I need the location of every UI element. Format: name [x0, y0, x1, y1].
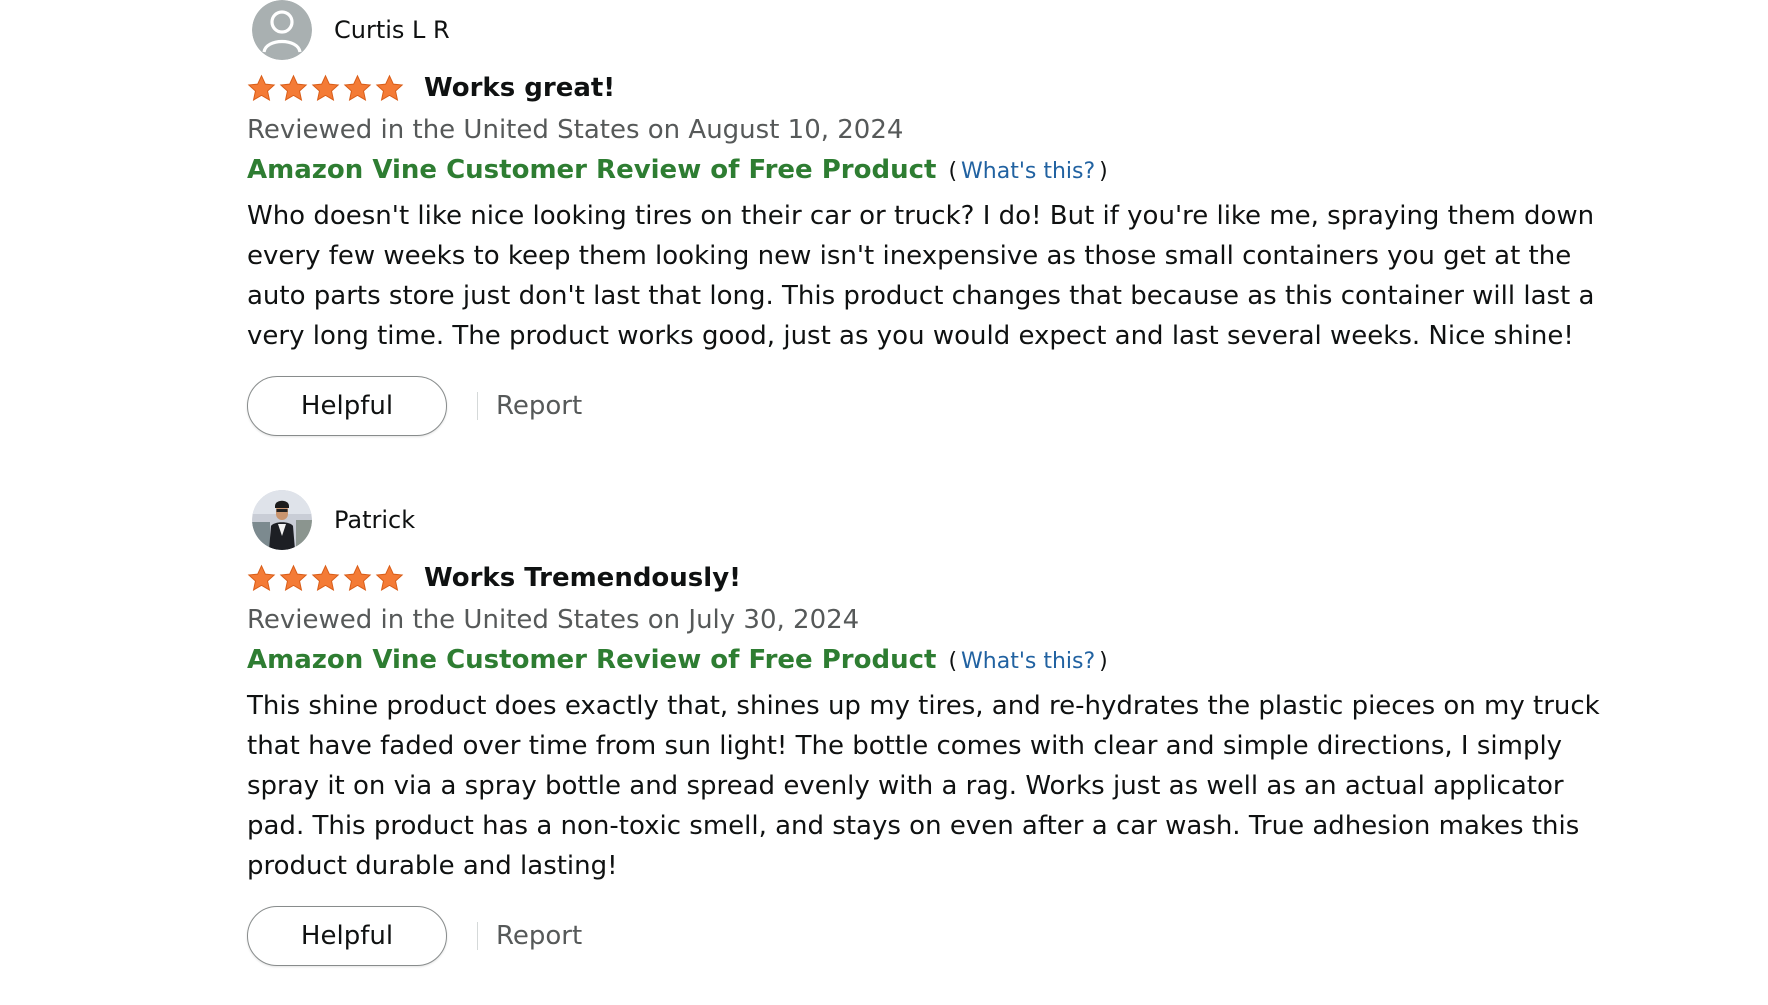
report-link[interactable]: Report — [496, 921, 582, 951]
helpful-button[interactable]: Helpful — [247, 376, 447, 436]
star-rating[interactable] — [247, 564, 404, 593]
reviewer-name[interactable]: Patrick — [334, 506, 415, 534]
vine-badge: Amazon Vine Customer Review of Free Prod… — [247, 645, 937, 675]
reviewer-name[interactable]: Curtis L R — [334, 16, 450, 44]
review-date: Reviewed in the United States on August … — [247, 115, 904, 145]
star-icon — [247, 74, 276, 101]
star-icon — [343, 564, 372, 591]
star-icon — [247, 564, 276, 591]
star-icon — [375, 564, 404, 591]
paren-open: ( — [948, 159, 958, 184]
review-body: Who doesn't like nice looking tires on t… — [247, 201, 1595, 351]
paren-close: ) — [1099, 159, 1108, 184]
rating-row: Works Tremendously! — [247, 556, 1627, 600]
review-card: Patrick Works Tremendously! Reviewed in … — [247, 490, 1627, 966]
whats-this-link[interactable]: What's this? — [961, 152, 1095, 192]
review-body: This shine product does exactly that, sh… — [247, 691, 1600, 881]
review-actions: Helpful Report — [247, 376, 1627, 436]
vine-badge: Amazon Vine Customer Review of Free Prod… — [247, 155, 937, 185]
star-icon — [311, 564, 340, 591]
star-icon — [311, 74, 340, 101]
star-icon — [279, 564, 308, 591]
star-rating[interactable] — [247, 74, 404, 103]
report-link[interactable]: Report — [496, 391, 582, 421]
whats-this-link[interactable]: What's this? — [961, 642, 1095, 682]
star-icon — [279, 74, 308, 101]
rating-row: Works great! — [247, 66, 1627, 110]
paren-close: ) — [1099, 649, 1108, 674]
divider — [477, 922, 478, 950]
default-avatar-icon — [252, 0, 312, 60]
review-actions: Helpful Report — [247, 906, 1627, 966]
star-icon — [375, 74, 404, 101]
vine-badge-row: Amazon Vine Customer Review of Free Prod… — [247, 640, 1627, 682]
reviewer-profile[interactable]: Patrick — [247, 490, 1627, 550]
review-date: Reviewed in the United States on July 30… — [247, 605, 860, 635]
review-card: Curtis L R Works great! Reviewed in the … — [247, 0, 1627, 436]
review-title[interactable]: Works great! — [424, 73, 615, 103]
photo-avatar — [252, 490, 312, 550]
helpful-button[interactable]: Helpful — [247, 906, 447, 966]
vine-badge-row: Amazon Vine Customer Review of Free Prod… — [247, 150, 1627, 192]
divider — [477, 392, 478, 420]
star-icon — [343, 74, 372, 101]
review-title[interactable]: Works Tremendously! — [424, 563, 741, 593]
paren-open: ( — [948, 649, 958, 674]
reviewer-profile[interactable]: Curtis L R — [247, 0, 1627, 60]
